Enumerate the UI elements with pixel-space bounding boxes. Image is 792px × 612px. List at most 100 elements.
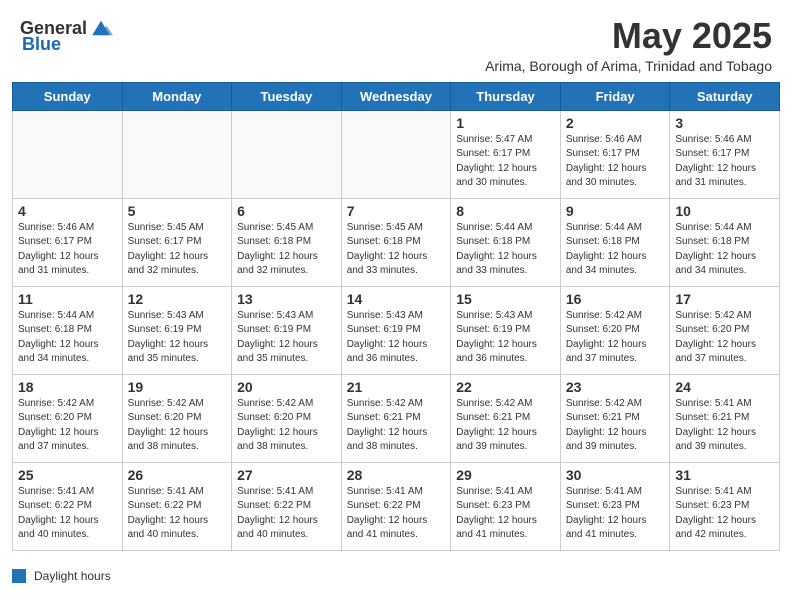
day-number: 2 [566, 115, 665, 131]
week-row-3: 11 Sunrise: 5:44 AM Sunset: 6:18 PM Dayli… [13, 286, 780, 374]
cell-info: Sunrise: 5:42 AM Sunset: 6:20 PM Dayligh… [237, 397, 336, 455]
day-number: 26 [128, 467, 227, 483]
day-number: 20 [237, 379, 336, 395]
cal-cell: 21 Sunrise: 5:42 AM Sunset: 6:21 PM Dayli… [341, 374, 451, 462]
day-number: 10 [675, 203, 774, 219]
week-row-2: 4 Sunrise: 5:46 AM Sunset: 6:17 PM Daylig… [13, 198, 780, 286]
cal-cell: 26Sunrise: 5:41 AM Sunset: 6:22 PM Dayli… [122, 462, 232, 550]
cal-cell: 28 Sunrise: 5:41 AM Sunset: 6:22 PM Dayli… [341, 462, 451, 550]
cal-cell: 14 Sunrise: 5:43 AM Sunset: 6:19 PM Dayli… [341, 286, 451, 374]
cell-info: Sunrise: 5:41 AM Sunset: 6:23 PM Dayligh… [566, 485, 665, 543]
cal-cell: 13 Sunrise: 5:43 AM Sunset: 6:19 PM Dayli… [232, 286, 342, 374]
day-number: 29 [456, 467, 555, 483]
cal-cell: 23 Sunrise: 5:42 AM Sunset: 6:21 PM Dayli… [560, 374, 670, 462]
logo: General Blue [20, 16, 113, 55]
cell-info: Sunrise: 5:42 AM Sunset: 6:21 PM Dayligh… [456, 397, 555, 455]
cell-info: Sunrise: 5:46 AM Sunset: 6:17 PM Dayligh… [566, 133, 665, 191]
cal-cell: 5Sunrise: 5:45 AM Sunset: 6:17 PM Daylig… [122, 198, 232, 286]
cell-info: Sunrise: 5:41 AM Sunset: 6:22 PM Dayligh… [347, 485, 446, 543]
day-number: 23 [566, 379, 665, 395]
cell-info: Sunrise: 5:47 AM Sunset: 6:17 PM Dayligh… [456, 133, 555, 191]
cal-cell: 15 Sunrise: 5:43 AM Sunset: 6:19 PM Dayli… [451, 286, 561, 374]
cell-info: Sunrise: 5:41 AM Sunset: 6:22 PM Dayligh… [18, 485, 117, 543]
day-number: 13 [237, 291, 336, 307]
day-number: 11 [18, 291, 117, 307]
day-number: 18 [18, 379, 117, 395]
cell-info: Sunrise: 5:46 AM Sunset: 6:17 PM Dayligh… [18, 221, 117, 279]
day-number: 27 [237, 467, 336, 483]
cal-cell: 20 Sunrise: 5:42 AM Sunset: 6:20 PM Dayli… [232, 374, 342, 462]
day-number: 16 [566, 291, 665, 307]
day-number: 15 [456, 291, 555, 307]
cal-cell [13, 110, 123, 198]
day-number: 17 [675, 291, 774, 307]
day-number: 25 [18, 467, 117, 483]
day-header-sunday: Sunday [13, 82, 123, 110]
cal-cell: 18 Sunrise: 5:42 AM Sunset: 6:20 PM Dayli… [13, 374, 123, 462]
cell-info: Sunrise: 5:42 AM Sunset: 6:21 PM Dayligh… [347, 397, 446, 455]
cal-cell: 27Sunrise: 5:41 AM Sunset: 6:22 PM Dayli… [232, 462, 342, 550]
day-header-wednesday: Wednesday [341, 82, 451, 110]
day-number: 28 [347, 467, 446, 483]
day-number: 12 [128, 291, 227, 307]
cell-info: Sunrise: 5:44 AM Sunset: 6:18 PM Dayligh… [456, 221, 555, 279]
cal-cell [232, 110, 342, 198]
day-number: 7 [347, 203, 446, 219]
day-number: 8 [456, 203, 555, 219]
legend: Daylight hours [0, 563, 792, 591]
day-number: 19 [128, 379, 227, 395]
day-number: 24 [675, 379, 774, 395]
cell-info: Sunrise: 5:45 AM Sunset: 6:18 PM Dayligh… [347, 221, 446, 279]
legend-label: Daylight hours [34, 569, 111, 583]
cell-info: Sunrise: 5:46 AM Sunset: 6:17 PM Dayligh… [675, 133, 774, 191]
cal-cell: 17Sunrise: 5:42 AM Sunset: 6:20 PM Dayli… [670, 286, 780, 374]
day-number: 5 [128, 203, 227, 219]
cal-cell: 31 Sunrise: 5:41 AM Sunset: 6:23 PM Dayli… [670, 462, 780, 550]
cal-cell: 19 Sunrise: 5:42 AM Sunset: 6:20 PM Dayli… [122, 374, 232, 462]
cell-info: Sunrise: 5:45 AM Sunset: 6:18 PM Dayligh… [237, 221, 336, 279]
cal-cell: 4 Sunrise: 5:46 AM Sunset: 6:17 PM Daylig… [13, 198, 123, 286]
calendar-container: SundayMondayTuesdayWednesdayThursdayFrid… [0, 78, 792, 563]
cal-cell: 9 Sunrise: 5:44 AM Sunset: 6:18 PM Daylig… [560, 198, 670, 286]
cal-cell [122, 110, 232, 198]
day-header-thursday: Thursday [451, 82, 561, 110]
day-number: 4 [18, 203, 117, 219]
cal-cell: 11 Sunrise: 5:44 AM Sunset: 6:18 PM Dayli… [13, 286, 123, 374]
week-row-1: 1Sunrise: 5:47 AM Sunset: 6:17 PM Daylig… [13, 110, 780, 198]
day-header-monday: Monday [122, 82, 232, 110]
cell-info: Sunrise: 5:44 AM Sunset: 6:18 PM Dayligh… [18, 309, 117, 367]
week-row-4: 18 Sunrise: 5:42 AM Sunset: 6:20 PM Dayli… [13, 374, 780, 462]
cell-info: Sunrise: 5:41 AM Sunset: 6:23 PM Dayligh… [456, 485, 555, 543]
cell-info: Sunrise: 5:43 AM Sunset: 6:19 PM Dayligh… [128, 309, 227, 367]
cell-info: Sunrise: 5:42 AM Sunset: 6:20 PM Dayligh… [566, 309, 665, 367]
day-number: 30 [566, 467, 665, 483]
cell-info: Sunrise: 5:42 AM Sunset: 6:20 PM Dayligh… [18, 397, 117, 455]
cell-info: Sunrise: 5:43 AM Sunset: 6:19 PM Dayligh… [347, 309, 446, 367]
day-header-tuesday: Tuesday [232, 82, 342, 110]
cell-info: Sunrise: 5:42 AM Sunset: 6:20 PM Dayligh… [128, 397, 227, 455]
day-number: 6 [237, 203, 336, 219]
calendar-header-row: SundayMondayTuesdayWednesdayThursdayFrid… [13, 82, 780, 110]
legend-color-box [12, 569, 26, 583]
calendar-body: 1Sunrise: 5:47 AM Sunset: 6:17 PM Daylig… [13, 110, 780, 550]
day-number: 9 [566, 203, 665, 219]
cell-info: Sunrise: 5:41 AM Sunset: 6:21 PM Dayligh… [675, 397, 774, 455]
cal-cell: 25 Sunrise: 5:41 AM Sunset: 6:22 PM Dayli… [13, 462, 123, 550]
calendar-table: SundayMondayTuesdayWednesdayThursdayFrid… [12, 82, 780, 551]
day-number: 14 [347, 291, 446, 307]
cal-cell: 7 Sunrise: 5:45 AM Sunset: 6:18 PM Daylig… [341, 198, 451, 286]
cal-cell: 12 Sunrise: 5:43 AM Sunset: 6:19 PM Dayli… [122, 286, 232, 374]
cell-info: Sunrise: 5:43 AM Sunset: 6:19 PM Dayligh… [456, 309, 555, 367]
cal-cell [341, 110, 451, 198]
cell-info: Sunrise: 5:42 AM Sunset: 6:21 PM Dayligh… [566, 397, 665, 455]
cell-info: Sunrise: 5:43 AM Sunset: 6:19 PM Dayligh… [237, 309, 336, 367]
day-number: 31 [675, 467, 774, 483]
cell-info: Sunrise: 5:41 AM Sunset: 6:23 PM Dayligh… [675, 485, 774, 543]
day-number: 3 [675, 115, 774, 131]
cell-info: Sunrise: 5:44 AM Sunset: 6:18 PM Dayligh… [566, 221, 665, 279]
page-header: General Blue May 2025 Arima, Borough of … [0, 0, 792, 78]
title-section: May 2025 Arima, Borough of Arima, Trinid… [485, 16, 772, 74]
day-number: 21 [347, 379, 446, 395]
cal-cell: 24 Sunrise: 5:41 AM Sunset: 6:21 PM Dayli… [670, 374, 780, 462]
cal-cell: 8 Sunrise: 5:44 AM Sunset: 6:18 PM Daylig… [451, 198, 561, 286]
